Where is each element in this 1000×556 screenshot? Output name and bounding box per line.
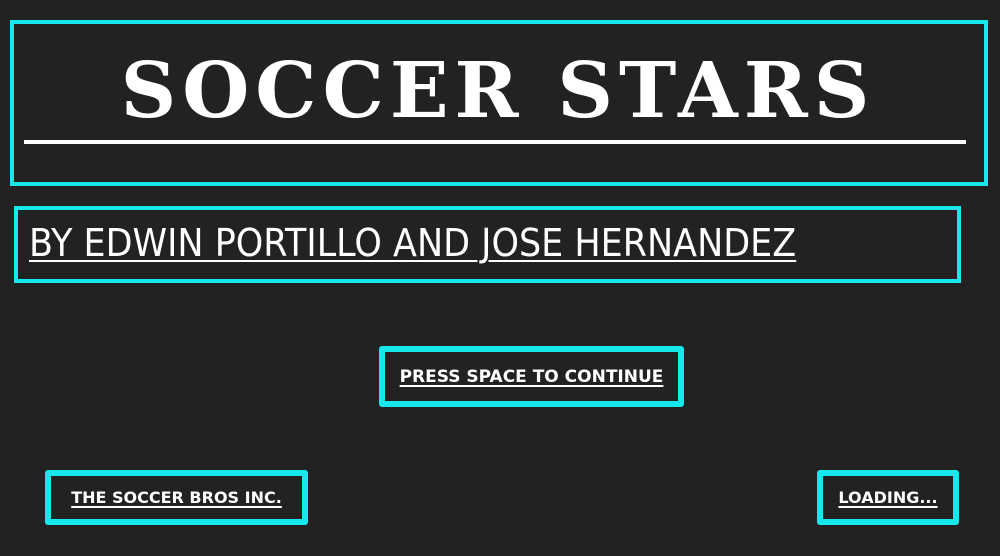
loading-label: LOADING... bbox=[838, 488, 938, 507]
continue-button[interactable]: PRESS SPACE TO CONTINUE bbox=[379, 346, 684, 407]
loading-button[interactable]: LOADING... bbox=[817, 470, 959, 525]
title-frame: SOCCER STARS bbox=[10, 20, 988, 186]
credits-text: BY EDWIN PORTILLO AND JOSE HERNANDEZ bbox=[29, 221, 797, 265]
title-underline bbox=[24, 140, 966, 144]
game-title: SOCCER STARS bbox=[120, 46, 876, 136]
company-button[interactable]: THE SOCCER BROS INC. bbox=[45, 470, 308, 525]
credits-frame: BY EDWIN PORTILLO AND JOSE HERNANDEZ bbox=[14, 206, 961, 283]
continue-label: PRESS SPACE TO CONTINUE bbox=[399, 366, 664, 387]
company-label: THE SOCCER BROS INC. bbox=[71, 488, 282, 507]
